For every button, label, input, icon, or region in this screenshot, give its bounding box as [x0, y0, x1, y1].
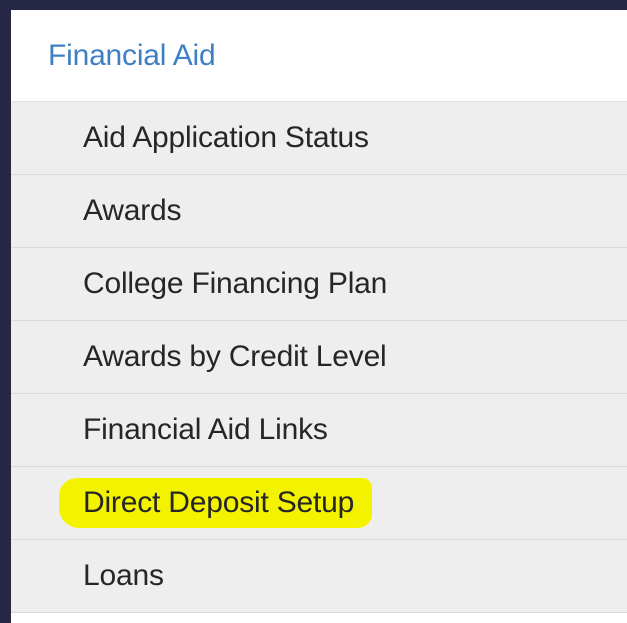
menu-item-label: College Financing Plan [83, 267, 388, 300]
menu-item-label: Awards [83, 194, 182, 227]
menu-item-loans[interactable]: Loans [11, 540, 627, 613]
menu-item-label: Direct Deposit Setup [83, 486, 355, 519]
window-frame: Financial Aid Aid Application Status Awa… [0, 0, 627, 623]
menu-item-college-financing-plan[interactable]: College Financing Plan [11, 248, 627, 321]
menu-header-financial-aid[interactable]: Financial Aid [11, 10, 627, 102]
menu-item-awards-by-credit-level[interactable]: Awards by Credit Level [11, 321, 627, 394]
highlighted-label-wrap: Direct Deposit Setup [59, 478, 373, 528]
menu-item-label: Loans [83, 559, 164, 592]
menu-item-awards[interactable]: Awards [11, 175, 627, 248]
menu-item-aid-application-status[interactable]: Aid Application Status [11, 102, 627, 175]
menu-item-label: Financial Aid Links [83, 413, 328, 446]
menu-header-label: Financial Aid [48, 38, 216, 72]
menu-item-label: Aid Application Status [83, 121, 369, 154]
menu-item-direct-deposit-setup[interactable]: Direct Deposit Setup [11, 467, 627, 540]
menu-item-financial-aid-links[interactable]: Financial Aid Links [11, 394, 627, 467]
menu-item-label: Awards by Credit Level [83, 340, 387, 373]
menu-list: Aid Application Status Awards College Fi… [11, 102, 627, 613]
financial-aid-menu: Financial Aid Aid Application Status Awa… [11, 10, 627, 623]
